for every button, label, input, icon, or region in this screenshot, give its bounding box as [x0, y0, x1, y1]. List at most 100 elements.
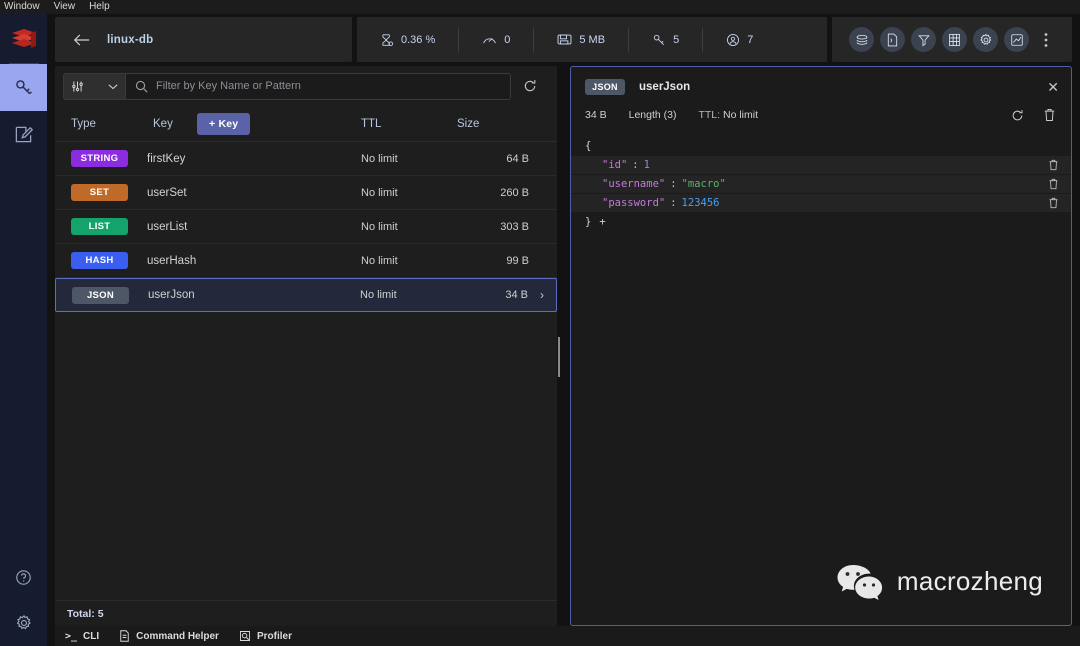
json-colon: :	[632, 159, 639, 171]
column-header-type: Type	[71, 117, 96, 130]
chevron-down-icon	[108, 83, 118, 90]
question-circle-icon	[15, 569, 32, 586]
menu-bar: Window View Help	[0, 0, 1080, 14]
module-redisearch[interactable]	[849, 27, 874, 52]
memory-icon	[557, 33, 572, 46]
refresh-icon	[523, 79, 537, 93]
table-row[interactable]: LIST userList No limit 303 B	[55, 210, 557, 244]
stack-icon	[855, 33, 869, 47]
redis-logo-icon	[6, 22, 42, 58]
stat-cpu-value: 0.36 %	[401, 33, 436, 46]
json-colon: :	[670, 197, 677, 209]
stat-clients[interactable]: 7	[702, 27, 776, 52]
key-type-badge: SET	[71, 184, 128, 201]
json-entry[interactable]: "password" : 123456	[571, 193, 1071, 212]
keys-table-header: Type Key + Key TTL Size	[55, 106, 557, 142]
key-ttl: No limit	[361, 220, 398, 233]
json-key: "password"	[602, 197, 666, 209]
redis-insight-window: Window View Help linux-db 0.36 % 0 5 MB …	[0, 0, 1080, 646]
json-value[interactable]: 1	[644, 159, 650, 171]
gear-icon	[979, 33, 993, 47]
module-buttons	[832, 17, 1072, 62]
document-icon	[886, 33, 899, 47]
filter-bar: Filter by Key Name or Pattern	[55, 66, 557, 106]
cli-button[interactable]: >_ CLI	[65, 631, 99, 642]
sidebar-item-browser[interactable]	[0, 64, 47, 111]
key-ttl: No limit	[360, 289, 397, 301]
detail-delete-button[interactable]	[1043, 108, 1056, 122]
table-row-selected[interactable]: JSON userJson No limit 34 B ›	[55, 278, 557, 312]
json-delete-icon[interactable]	[1048, 159, 1071, 171]
json-value[interactable]: 123456	[682, 197, 720, 209]
key-size: 64 B	[506, 152, 529, 165]
arrow-left-icon[interactable]	[73, 33, 90, 47]
module-redisjson[interactable]	[880, 27, 905, 52]
header-overflow-menu[interactable]	[1037, 32, 1055, 48]
server-stats: 0.36 % 0 5 MB 5 7	[357, 17, 827, 62]
detail-size: 34 B	[585, 109, 607, 121]
keys-total-label: Total: 5	[55, 600, 557, 626]
table-row[interactable]: STRING firstKey No limit 64 B	[55, 142, 557, 176]
detail-ttl[interactable]: TTL: No limit	[698, 109, 758, 121]
bottom-bar: >_ CLI Command Helper Profiler	[55, 626, 1080, 646]
json-key: "id"	[602, 159, 628, 171]
filter-search-box[interactable]: Filter by Key Name or Pattern	[125, 72, 511, 100]
key-icon	[13, 77, 34, 98]
module-redisgears[interactable]	[973, 27, 998, 52]
profiler-button[interactable]: Profiler	[239, 630, 292, 642]
gear-icon	[15, 614, 33, 632]
stat-memory[interactable]: 5 MB	[533, 27, 628, 52]
key-type-filter-dropdown[interactable]	[63, 72, 125, 100]
menu-window[interactable]: Window	[4, 2, 40, 12]
module-redistimeseries[interactable]	[1004, 27, 1029, 52]
chevron-right-icon[interactable]: ›	[528, 288, 556, 302]
json-delete-icon[interactable]	[1048, 197, 1071, 209]
menu-view[interactable]: View	[54, 2, 76, 12]
add-key-button[interactable]: + Key	[197, 112, 251, 135]
key-ttl: No limit	[361, 186, 398, 199]
json-close-brace-row: } +	[571, 212, 1071, 231]
refresh-keys-button[interactable]	[511, 79, 549, 93]
command-helper-label: Command Helper	[136, 630, 219, 642]
table-row[interactable]: SET userSet No limit 260 B	[55, 176, 557, 210]
json-add-field-button[interactable]: +	[599, 216, 605, 228]
column-header-size: Size	[457, 117, 480, 130]
stat-commands-per-sec[interactable]: 0	[458, 27, 533, 52]
sliders-icon	[71, 80, 84, 93]
json-open-brace: {	[585, 139, 592, 152]
wechat-icon	[836, 561, 884, 601]
command-helper-button[interactable]: Command Helper	[119, 630, 219, 642]
detail-key-name[interactable]: userJson	[639, 81, 690, 93]
module-redisbloom[interactable]	[942, 27, 967, 52]
close-icon[interactable]: ✕	[1047, 80, 1059, 94]
watermark: macrozheng	[836, 561, 1043, 601]
sidebar-item-settings[interactable]	[0, 600, 47, 646]
json-colon: :	[670, 178, 677, 190]
panel-resize-handle[interactable]	[558, 337, 564, 377]
database-name[interactable]: linux-db	[107, 34, 153, 46]
keys-list-empty-space	[55, 312, 557, 600]
sidebar-bottom-group	[0, 554, 47, 646]
json-viewer: { "id" : 1 "username" : "macro" "passwor…	[571, 136, 1071, 231]
filter-input-placeholder[interactable]: Filter by Key Name or Pattern	[156, 80, 301, 92]
key-type-badge: STRING	[71, 150, 128, 167]
sidebar-item-help[interactable]	[0, 554, 47, 600]
sidebar-item-workbench[interactable]	[0, 111, 47, 158]
graph-icon	[917, 33, 931, 47]
json-entry[interactable]: "username" : "macro"	[571, 174, 1071, 193]
json-value[interactable]: "macro"	[682, 178, 726, 190]
detail-refresh-button[interactable]	[1011, 109, 1024, 122]
grid-icon	[948, 33, 961, 47]
key-size: 34 B	[505, 289, 528, 301]
menu-help[interactable]: Help	[89, 2, 110, 12]
json-entry[interactable]: "id" : 1	[571, 155, 1071, 174]
key-name: userJson	[148, 289, 195, 301]
json-close-brace: }	[585, 215, 592, 228]
module-redisgraph[interactable]	[911, 27, 936, 52]
json-delete-icon[interactable]	[1048, 178, 1071, 190]
table-row[interactable]: HASH userHash No limit 99 B	[55, 244, 557, 278]
stat-keys[interactable]: 5	[628, 27, 702, 52]
stat-commands-value: 0	[504, 33, 511, 46]
key-type-badge: LIST	[71, 218, 128, 235]
stat-cpu[interactable]: 0.36 %	[357, 28, 458, 52]
